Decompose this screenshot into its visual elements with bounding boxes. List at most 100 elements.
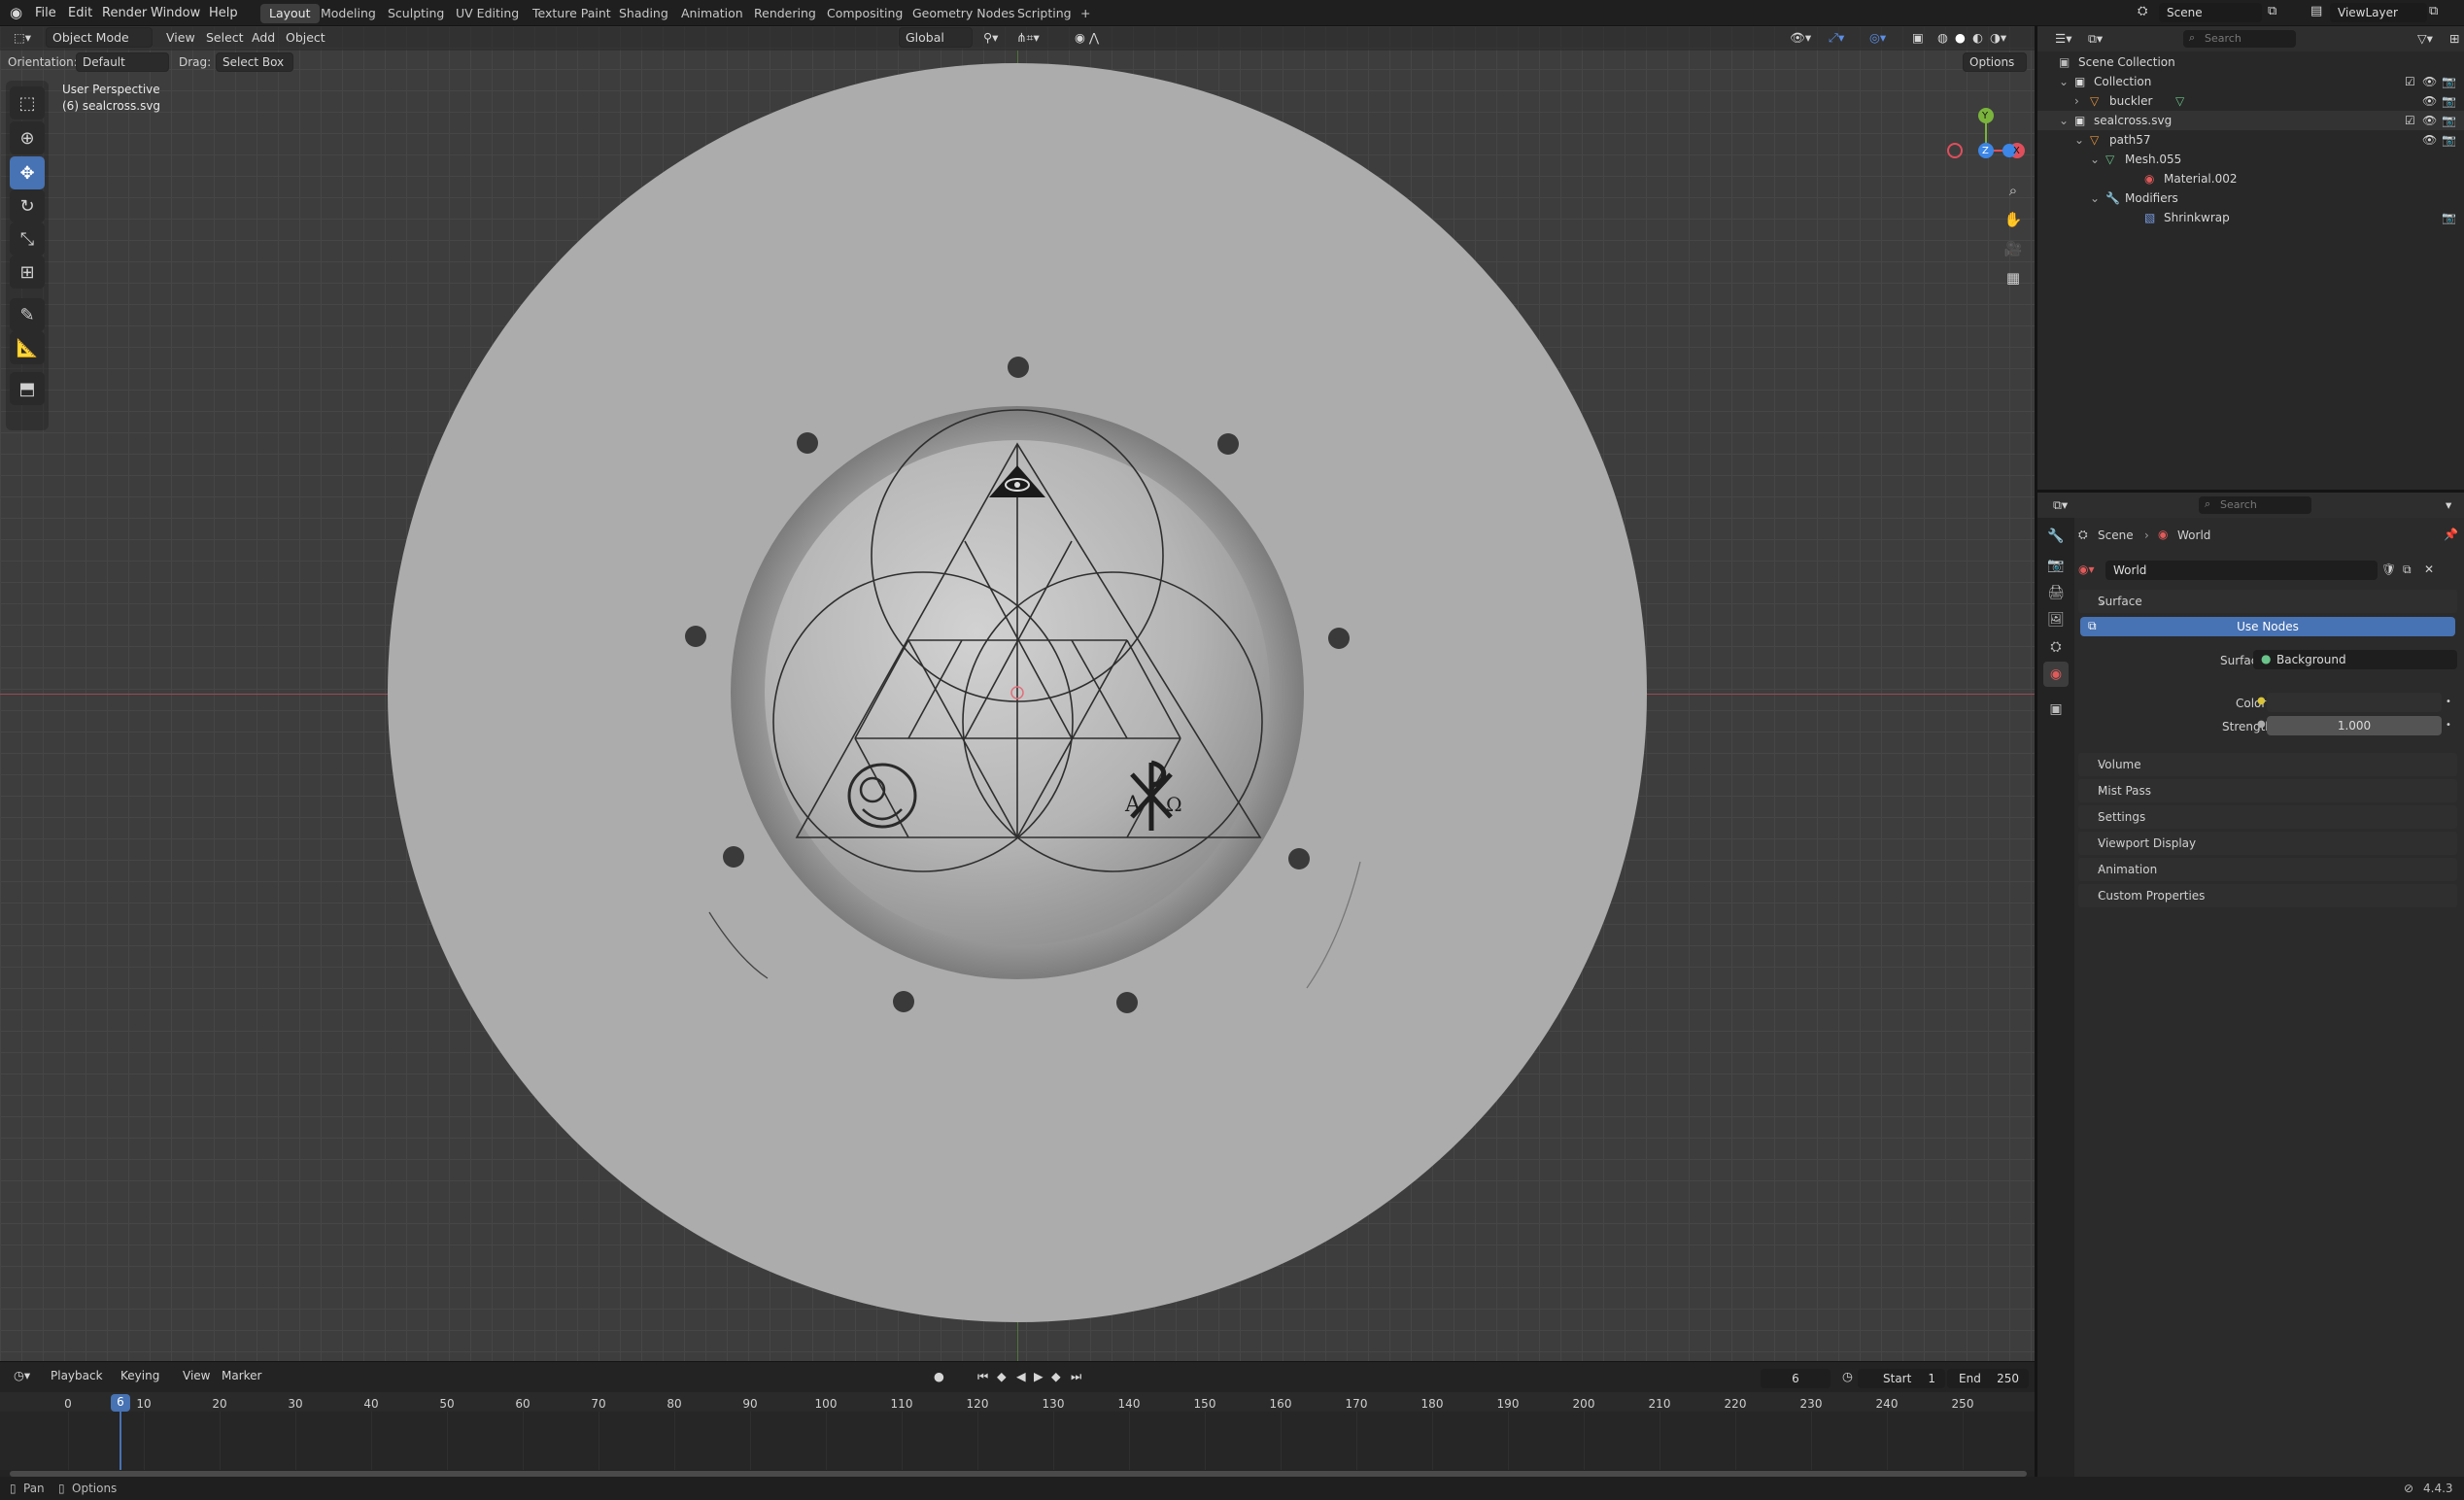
menu-window[interactable]: Window: [151, 6, 200, 20]
tab-shading[interactable]: Shading: [610, 4, 677, 23]
world-color-swatch[interactable]: [2267, 693, 2442, 712]
outliner-row-scene-collection[interactable]: ▣ Scene Collection: [2037, 52, 2464, 72]
viewport-display-panel-header[interactable]: › Viewport Display: [2078, 832, 2457, 855]
preview-range-icon[interactable]: ◷: [1836, 1367, 1859, 1385]
end-frame-field[interactable]: End 250: [1947, 1369, 2029, 1388]
settings-panel-header[interactable]: › Settings: [2078, 805, 2457, 829]
chevron-down-icon[interactable]: ⌄: [2090, 191, 2100, 205]
fake-user-icon[interactable]: 🛡: [2381, 562, 2396, 576]
playhead-frame-indicator[interactable]: 6: [111, 1394, 130, 1412]
menu-playback[interactable]: Playback: [45, 1367, 109, 1384]
chevron-down-icon[interactable]: ⌄: [2090, 153, 2100, 166]
outliner-row-path57[interactable]: ⌄ ▽ path57 👁 📷: [2037, 130, 2464, 150]
tool-tab-icon[interactable]: 🔧: [2043, 524, 2069, 549]
menu-file[interactable]: File: [35, 6, 56, 20]
outliner-row-sealcross[interactable]: ⌄ ▣ sealcross.svg ☑ 👁 📷: [2037, 111, 2464, 130]
duplicate-icon[interactable]: ⧉: [2403, 562, 2412, 577]
tab-animation[interactable]: Animation: [672, 4, 752, 23]
outliner-row-material[interactable]: ◉ Material.002: [2037, 169, 2464, 188]
buckler-render[interactable]: Α Ω: [0, 26, 2035, 1361]
perspective-toggle-icon[interactable]: ▦: [2000, 264, 2027, 291]
eye-icon[interactable]: 👁: [2422, 75, 2437, 88]
timeline-editor-type-icon[interactable]: ◷▾: [8, 1366, 36, 1384]
3d-viewport[interactable]: ⬚▾ Object Mode View Select Add Object Gl…: [0, 26, 2035, 1361]
tab-layout[interactable]: Layout: [260, 4, 320, 23]
keyframe-area[interactable]: [0, 1412, 2035, 1470]
camera-icon[interactable]: 📷: [2442, 114, 2456, 127]
outliner-row-mesh[interactable]: ⌄ ▽ Mesh.055: [2037, 150, 2464, 169]
navigation-gizmo[interactable]: [1943, 85, 2025, 172]
volume-panel-header[interactable]: › Volume: [2078, 753, 2457, 776]
checkbox-icon[interactable]: ☑: [2405, 75, 2415, 88]
playhead-line[interactable]: [120, 1412, 121, 1470]
scene-selector[interactable]: Scene: [2159, 3, 2262, 22]
view-layer-tab-icon[interactable]: 🖼: [2043, 607, 2069, 632]
next-keyframe-icon[interactable]: ◆: [1045, 1367, 1067, 1385]
display-mode-icon[interactable]: ⧉▾: [2082, 29, 2108, 49]
output-tab-icon[interactable]: 🖨: [2043, 580, 2069, 605]
outliner-row-shrinkwrap[interactable]: ▧ Shrinkwrap 📷: [2037, 208, 2464, 227]
new-collection-icon[interactable]: ⊞: [2444, 29, 2464, 48]
outliner-search-input[interactable]: ⌕ Search: [2183, 30, 2296, 48]
chevron-down-icon[interactable]: ⌄: [2059, 114, 2069, 127]
tab-scripting[interactable]: Scripting: [1009, 4, 1080, 23]
collection-tab-icon[interactable]: ▣: [2043, 697, 2069, 722]
zoom-icon[interactable]: ⌕: [2000, 177, 2027, 204]
unlink-icon[interactable]: ✕: [2424, 562, 2434, 576]
render-tab-icon[interactable]: 📷: [2043, 553, 2069, 578]
strength-slider[interactable]: 1.000: [2267, 716, 2442, 735]
menu-render[interactable]: Render: [102, 6, 147, 20]
jump-end-icon[interactable]: ⏭: [1065, 1367, 1087, 1386]
add-workspace-button[interactable]: +: [1072, 4, 1099, 23]
chevron-down-icon[interactable]: ⌄: [2074, 133, 2084, 147]
tab-modeling[interactable]: Modeling: [312, 4, 385, 23]
tab-geometry-nodes[interactable]: Geometry Nodes: [904, 4, 1023, 23]
keyframe-dot-icon[interactable]: •: [2446, 720, 2451, 731]
filter-icon[interactable]: ▽▾: [2412, 29, 2439, 48]
new-scene-icon[interactable]: ⧉: [2268, 4, 2276, 18]
properties-search-input[interactable]: ⌕ Search: [2199, 496, 2311, 514]
world-tab-icon[interactable]: ◉: [2043, 662, 2069, 687]
animation-panel-header[interactable]: › Animation: [2078, 858, 2457, 881]
menu-edit[interactable]: Edit: [68, 6, 92, 20]
tab-compositing[interactable]: Compositing: [818, 4, 911, 23]
eye-icon[interactable]: 👁: [2422, 133, 2437, 147]
eye-icon[interactable]: 👁: [2422, 94, 2437, 108]
camera-view-icon[interactable]: 🎥: [2000, 235, 2027, 262]
prev-keyframe-icon[interactable]: ◆: [991, 1367, 1012, 1385]
viewlayer-selector[interactable]: ViewLayer: [2330, 3, 2427, 22]
use-nodes-button[interactable]: ⧉ Use Nodes: [2080, 617, 2455, 636]
outliner-editor-type-icon[interactable]: ☰▾: [2049, 29, 2077, 48]
pan-hand-icon[interactable]: ✋: [2000, 206, 2027, 233]
outliner-row-collection[interactable]: ⌄ ▣ Collection ☑ 👁 📷: [2037, 72, 2464, 91]
eye-icon[interactable]: 👁: [2422, 114, 2437, 127]
start-frame-field[interactable]: Start 1: [1858, 1369, 1945, 1388]
new-viewlayer-icon[interactable]: ⧉: [2429, 4, 2438, 18]
camera-icon[interactable]: 📷: [2442, 133, 2456, 147]
properties-editor-type-icon[interactable]: ⧉▾: [2047, 495, 2073, 515]
scene-tab-icon[interactable]: ⛭: [2043, 634, 2069, 660]
tab-uv-editing[interactable]: UV Editing: [447, 4, 528, 23]
outliner-row-modifiers[interactable]: ⌄ 🔧 Modifiers: [2037, 188, 2464, 208]
mist-pass-panel-header[interactable]: › Mist Pass: [2078, 779, 2457, 802]
blender-logo-icon[interactable]: ◉: [10, 4, 22, 21]
custom-properties-panel-header[interactable]: › Custom Properties: [2078, 884, 2457, 907]
world-datablock-field[interactable]: World: [2105, 561, 2378, 580]
menu-marker[interactable]: Marker: [216, 1367, 267, 1384]
menu-help[interactable]: Help: [209, 6, 238, 20]
camera-icon[interactable]: 📷: [2442, 211, 2456, 224]
auto-keying-icon[interactable]: ●: [928, 1367, 950, 1385]
tab-texture-paint[interactable]: Texture Paint: [524, 4, 620, 23]
properties-options-icon[interactable]: ▾: [2440, 495, 2457, 514]
surface-panel-header[interactable]: ⌄ Surface: [2078, 590, 2457, 613]
menu-keying[interactable]: Keying: [115, 1367, 165, 1384]
chevron-right-icon[interactable]: ›: [2074, 94, 2079, 108]
camera-icon[interactable]: 📷: [2442, 75, 2456, 88]
surface-shader-selector[interactable]: ● Background: [2253, 650, 2457, 669]
keyframe-dot-icon[interactable]: •: [2446, 697, 2451, 707]
menu-view[interactable]: View: [177, 1367, 216, 1384]
pin-icon[interactable]: 📌: [2444, 528, 2458, 541]
checkbox-icon[interactable]: ☑: [2405, 114, 2415, 127]
camera-icon[interactable]: 📷: [2442, 94, 2456, 108]
tab-rendering[interactable]: Rendering: [745, 4, 825, 23]
